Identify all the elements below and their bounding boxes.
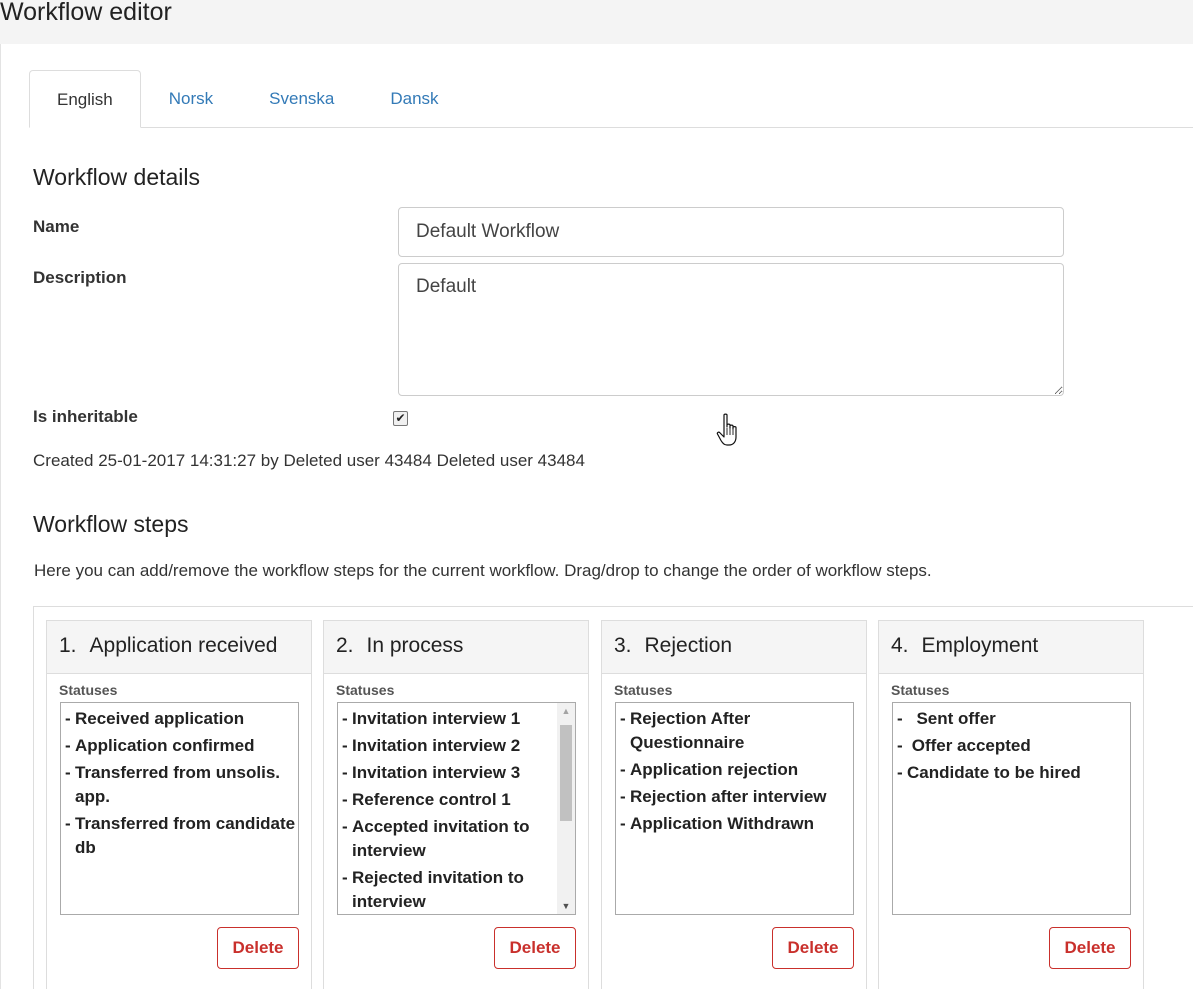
status-list[interactable]: - Received application - Application confi…	[60, 702, 299, 915]
description-label: Description	[33, 268, 127, 287]
status-item[interactable]: - Rejected invitation to interview	[340, 866, 555, 914]
step-header[interactable]: 4. Employment	[879, 621, 1143, 674]
step-header[interactable]: 1. Application received	[47, 621, 311, 674]
triangle-up-icon[interactable]: ▲	[557, 703, 575, 719]
delete-step-button[interactable]: Delete	[1049, 927, 1131, 969]
status-item[interactable]: - Received application	[63, 707, 298, 731]
tab-norsk[interactable]: Norsk	[141, 70, 241, 126]
status-item[interactable]: - Invitation interview 1	[340, 707, 555, 731]
step-number: 2.	[336, 634, 354, 657]
step-header[interactable]: 2. In process	[324, 621, 588, 674]
step-card[interactable]: 4. Employment Statuses - Sent offer - Off…	[878, 620, 1144, 989]
step-card[interactable]: 2. In process Statuses - Invitation interv…	[323, 620, 589, 989]
step-number: 4.	[891, 634, 909, 657]
step-title: Application received	[89, 634, 278, 657]
page-title: Workflow editor	[0, 0, 172, 26]
created-info: Created 25-01-2017 14:31:27 by Deleted u…	[33, 451, 585, 470]
status-list-scrollbar[interactable]: ▲ ▼	[557, 703, 575, 914]
status-item[interactable]: - Application Withdrawn	[618, 812, 853, 836]
step-title: Rejection	[644, 634, 733, 657]
workflow-steps-heading: Workflow steps	[33, 511, 189, 537]
tab-svenska[interactable]: Svenska	[241, 70, 362, 126]
step-number: 1.	[59, 634, 77, 657]
status-item[interactable]: - Rejection after interview	[618, 785, 853, 809]
name-label: Name	[33, 217, 80, 236]
checkmark-icon: ✔	[395, 411, 406, 425]
status-item[interactable]: - Sent offer	[895, 707, 1130, 731]
status-item[interactable]: - Transferred from unsolis. app.	[63, 761, 298, 809]
status-list[interactable]: - Sent offer - Offer accepted - Candidate…	[892, 702, 1131, 915]
scrollbar-thumb[interactable]	[560, 725, 572, 821]
status-item[interactable]: - Application rejection	[618, 758, 853, 782]
step-title: Employment	[921, 634, 1039, 657]
status-item[interactable]: - Candidate to be hired	[895, 761, 1130, 785]
steps-hint: Here you can add/remove the workflow ste…	[34, 561, 932, 580]
workflow-details-heading: Workflow details	[33, 164, 201, 190]
tab-dansk[interactable]: Dansk	[362, 70, 466, 126]
step-header[interactable]: 3. Rejection	[602, 621, 866, 674]
delete-step-button[interactable]: Delete	[772, 927, 854, 969]
status-list[interactable]: - Rejection After Questionnaire - Applicat…	[615, 702, 854, 915]
status-item[interactable]: - Reference control 1	[340, 788, 555, 812]
status-item[interactable]: - Transferred from candidate db	[63, 812, 298, 860]
status-item[interactable]: - Application confirmed	[63, 734, 298, 758]
triangle-down-icon[interactable]: ▼	[557, 898, 575, 914]
step-card[interactable]: 3. Rejection Statuses - Rejection After Qu…	[601, 620, 867, 989]
tab-english[interactable]: English	[29, 70, 141, 128]
language-tabs: English Norsk Svenska Dansk	[29, 70, 1193, 128]
status-item[interactable]: - Rejection After Questionnaire	[618, 707, 853, 755]
statuses-label: Statuses	[614, 682, 673, 698]
name-input[interactable]	[398, 207, 1064, 257]
description-textarea[interactable]: Default	[398, 263, 1064, 396]
status-item[interactable]: - Invitation interview 3	[340, 761, 555, 785]
step-card[interactable]: 1. Application received Statuses - Receive…	[46, 620, 312, 989]
statuses-label: Statuses	[336, 682, 395, 698]
statuses-label: Statuses	[59, 682, 118, 698]
hand-pointer-icon	[716, 413, 737, 446]
status-list[interactable]: - Invitation interview 1 - Invitation inte…	[337, 702, 576, 915]
statuses-label: Statuses	[891, 682, 950, 698]
step-number: 3.	[614, 634, 632, 657]
inheritable-label: Is inheritable	[33, 407, 138, 426]
status-item[interactable]: - Accepted invitation to interview	[340, 815, 555, 863]
delete-step-button[interactable]: Delete	[217, 927, 299, 969]
status-item[interactable]: - Offer accepted	[895, 734, 1130, 758]
step-title: In process	[366, 634, 464, 657]
status-item[interactable]: - Invitation interview 2	[340, 734, 555, 758]
delete-step-button[interactable]: Delete	[494, 927, 576, 969]
inheritable-checkbox[interactable]: ✔	[393, 411, 408, 426]
